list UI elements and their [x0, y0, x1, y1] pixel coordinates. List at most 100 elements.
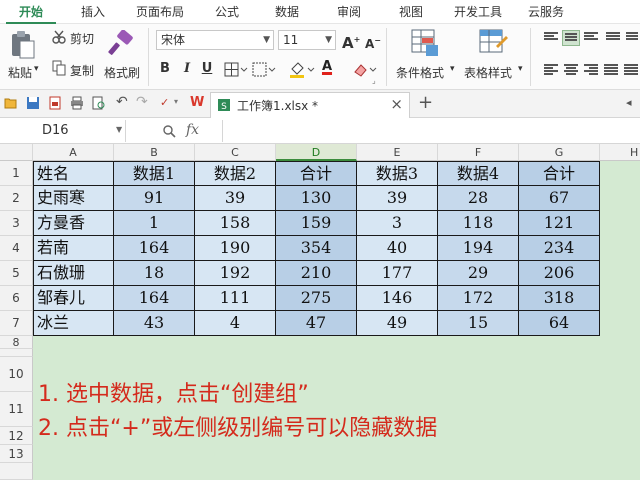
- pin-icon[interactable]: ✓: [160, 96, 169, 109]
- conditional-format-button[interactable]: 条件格式: [396, 64, 444, 81]
- wps-logo-icon[interactable]: W: [190, 95, 204, 110]
- row-header-7[interactable]: 7: [0, 311, 33, 336]
- paste-dropdown-arrow[interactable]: ▾: [34, 64, 39, 74]
- table-cell-sum2[interactable]: 121: [519, 211, 600, 236]
- table-cell-sum2[interactable]: 234: [519, 236, 600, 261]
- more-align-icon[interactable]: [626, 32, 638, 43]
- column-header-b[interactable]: B: [114, 144, 195, 161]
- chevron-down-icon[interactable]: ▼: [116, 125, 122, 134]
- column-header-g[interactable]: G: [519, 144, 600, 161]
- table-cell-name[interactable]: 方曼香: [33, 211, 114, 236]
- table-cell-sum2[interactable]: 64: [519, 311, 600, 336]
- table-cell-data3[interactable]: 49: [357, 311, 438, 336]
- table-cell-sum1[interactable]: 合计: [276, 161, 357, 186]
- worksheet-grid[interactable]: A B C D E F G H 1 2 3 4 5 6 7 8 10 11 12…: [0, 144, 640, 480]
- table-cell-name[interactable]: 邹春儿: [33, 286, 114, 311]
- tab-data[interactable]: 数据: [264, 0, 310, 24]
- save-icon[interactable]: [26, 96, 40, 110]
- export-pdf-icon[interactable]: [48, 96, 62, 110]
- table-cell-data3[interactable]: 40: [357, 236, 438, 261]
- conditional-format-icon[interactable]: [410, 28, 440, 58]
- table-cell-data1[interactable]: 164: [114, 236, 195, 261]
- tab-view[interactable]: 视图: [388, 0, 434, 24]
- table-cell-data1[interactable]: 43: [114, 311, 195, 336]
- row-header-9[interactable]: [0, 349, 33, 357]
- align-bottom-icon[interactable]: [584, 32, 598, 43]
- chevron-down-icon[interactable]: ▾: [174, 97, 178, 106]
- table-cell-data4[interactable]: 29: [438, 261, 519, 286]
- table-cell-sum1[interactable]: 275: [276, 286, 357, 311]
- table-cell-data2[interactable]: 190: [195, 236, 276, 261]
- bold-button[interactable]: B: [156, 60, 174, 78]
- table-cell-data4[interactable]: 28: [438, 186, 519, 211]
- column-header-d[interactable]: D: [276, 144, 357, 161]
- wrap-text-icon[interactable]: [606, 32, 620, 43]
- justify-icon[interactable]: [604, 64, 618, 75]
- chevron-down-icon[interactable]: ▾: [450, 64, 455, 74]
- format-painter-icon[interactable]: [108, 30, 134, 58]
- dialog-launcher-icon[interactable]: ⌟: [372, 76, 376, 85]
- row-header-4[interactable]: 4: [0, 236, 33, 261]
- format-painter-button[interactable]: 格式刷: [104, 64, 140, 81]
- grow-font-button[interactable]: A+: [342, 31, 360, 52]
- close-tab-button[interactable]: ×: [390, 95, 403, 113]
- italic-button[interactable]: I: [178, 60, 196, 78]
- insert-function-button[interactable]: fx: [186, 122, 199, 138]
- row-header-11[interactable]: 11: [0, 392, 33, 427]
- table-cell-sum2[interactable]: 67: [519, 186, 600, 211]
- table-cell-sum1[interactable]: 47: [276, 311, 357, 336]
- table-cell-sum1[interactable]: 130: [276, 186, 357, 211]
- align-middle-icon[interactable]: [562, 30, 580, 46]
- align-left-icon[interactable]: [544, 64, 558, 75]
- table-cell-data3[interactable]: 数据3: [357, 161, 438, 186]
- print-preview-icon[interactable]: [92, 96, 106, 110]
- table-cell-sum2[interactable]: 318: [519, 286, 600, 311]
- row-header-6[interactable]: 6: [0, 286, 33, 311]
- table-cell-data4[interactable]: 15: [438, 311, 519, 336]
- table-cell-sum1[interactable]: 354: [276, 236, 357, 261]
- merge-cells-icon[interactable]: [252, 62, 276, 78]
- table-cell-data3[interactable]: 177: [357, 261, 438, 286]
- distribute-icon[interactable]: [624, 64, 638, 75]
- row-header-13[interactable]: 13: [0, 445, 33, 463]
- select-all-corner[interactable]: [0, 144, 33, 161]
- paste-icon[interactable]: [10, 30, 36, 60]
- fill-color-icon[interactable]: [288, 61, 316, 79]
- table-cell-sum2[interactable]: 合计: [519, 161, 600, 186]
- new-tab-button[interactable]: +: [418, 92, 433, 113]
- tab-page-layout[interactable]: 页面布局: [126, 0, 194, 24]
- table-cell-data2[interactable]: 39: [195, 186, 276, 211]
- print-icon[interactable]: [70, 96, 84, 110]
- row-header-8[interactable]: 8: [0, 336, 33, 349]
- column-header-a[interactable]: A: [33, 144, 114, 161]
- table-cell-data2[interactable]: 158: [195, 211, 276, 236]
- table-cell-data2[interactable]: 111: [195, 286, 276, 311]
- column-header-c[interactable]: C: [195, 144, 276, 161]
- table-cell-data1[interactable]: 1: [114, 211, 195, 236]
- name-box[interactable]: D16: [0, 120, 126, 142]
- zoom-formula-icon[interactable]: [162, 124, 176, 138]
- tab-home[interactable]: 开始: [6, 0, 56, 24]
- chevron-down-icon[interactable]: ▾: [518, 64, 523, 74]
- table-cell-sum2[interactable]: 206: [519, 261, 600, 286]
- tab-formulas[interactable]: 公式: [204, 0, 250, 24]
- table-cell-data2[interactable]: 4: [195, 311, 276, 336]
- open-folder-icon[interactable]: [4, 96, 18, 110]
- paste-button[interactable]: 粘贴: [8, 64, 32, 81]
- table-cell-sum1[interactable]: 210: [276, 261, 357, 286]
- table-cell-data3[interactable]: 39: [357, 186, 438, 211]
- row-header-3[interactable]: 3: [0, 211, 33, 236]
- align-center-icon[interactable]: [564, 64, 578, 75]
- column-header-f[interactable]: F: [438, 144, 519, 161]
- column-header-e[interactable]: E: [357, 144, 438, 161]
- formula-input[interactable]: [222, 120, 640, 142]
- row-header-10[interactable]: 10: [0, 357, 33, 392]
- table-cell-data1[interactable]: 18: [114, 261, 195, 286]
- row-header-14[interactable]: [0, 463, 33, 480]
- table-style-icon[interactable]: [478, 28, 508, 58]
- table-cell-data2[interactable]: 192: [195, 261, 276, 286]
- tab-insert[interactable]: 插入: [70, 0, 116, 24]
- table-cell-name[interactable]: 姓名: [33, 161, 114, 186]
- font-color-button[interactable]: A: [318, 58, 336, 76]
- undo-icon[interactable]: ↶: [116, 94, 128, 110]
